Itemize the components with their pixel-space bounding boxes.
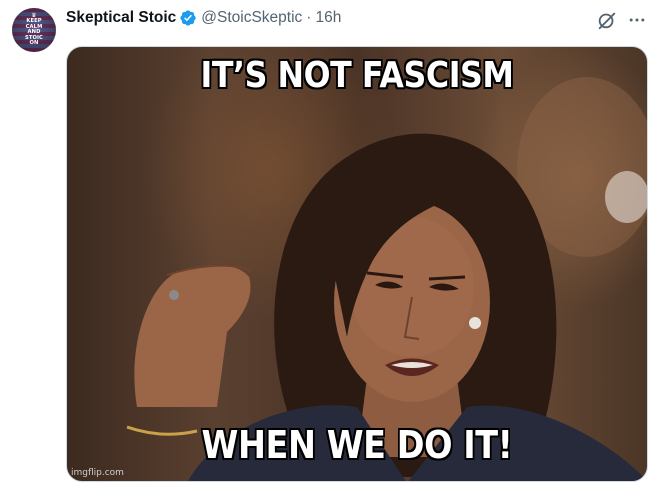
tweet-media-image[interactable]: IT’S NOT FASCISM WHEN WE DO IT! imgflip.… <box>66 46 648 482</box>
meme-top-text: IT’S NOT FASCISM <box>200 55 514 96</box>
more-options-button[interactable] <box>626 9 648 31</box>
verified-badge-icon[interactable] <box>179 9 197 27</box>
avatar-text-line: ON <box>29 40 39 47</box>
tweet[interactable]: ♛ KEEP CALM AND STOIC ON Skeptical Stoic… <box>0 0 660 492</box>
more-options-icon <box>629 18 645 22</box>
tweet-header: Skeptical Stoic @StoicSkeptic · 16h <box>66 8 341 28</box>
meme-bottom-text: WHEN WE DO IT! <box>201 423 513 467</box>
imgflip-watermark: imgflip.com <box>71 468 124 478</box>
avatar[interactable]: ♛ KEEP CALM AND STOIC ON <box>12 8 56 52</box>
meme-photo <box>126 77 647 481</box>
author-display-name[interactable]: Skeptical Stoic <box>66 9 176 27</box>
separator-dot: · <box>306 9 312 26</box>
grok-icon[interactable] <box>596 9 618 31</box>
timestamp-link[interactable]: 16h <box>315 9 341 27</box>
author-handle[interactable]: @StoicSkeptic <box>201 9 302 27</box>
